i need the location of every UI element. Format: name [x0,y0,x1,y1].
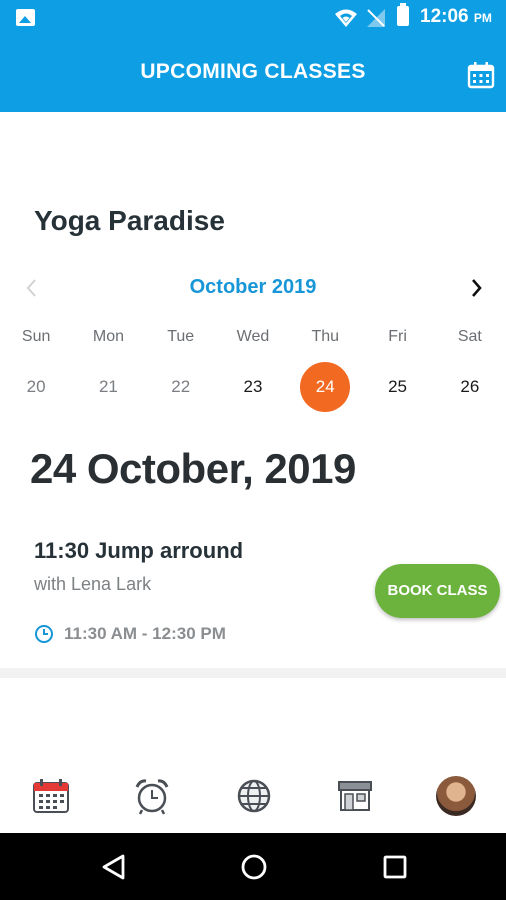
profile-avatar[interactable] [436,776,476,816]
weekday-label: Thu [311,328,340,345]
day-cell[interactable]: 25 [361,362,433,412]
clock-icon [35,625,53,643]
studio-name: Yoga Paradise [34,205,225,236]
wifi-icon [335,9,357,27]
day-number: 24 [300,362,351,412]
class-instructor: with Lena Lark [34,574,152,594]
class-time: 11:30 AM - 12:30 PM [34,624,226,644]
weekday-label: Fri [388,328,407,345]
calendar-icon[interactable] [31,776,71,816]
month-label: October 2019 [189,276,317,298]
day-cell-selected[interactable]: 24 [289,362,361,412]
day-number: 22 [171,377,191,396]
month-navigator: October 2019 [0,270,506,306]
page-title: UPCOMING CLASSES [140,60,366,83]
weekday-label: Sun [21,328,51,345]
system-navigation-bar [0,833,506,900]
weekday-label: Wed [236,328,270,345]
battery-icon [397,3,409,26]
bottom-navigation [0,758,506,832]
no-signal-icon [367,9,385,27]
calendar-icon[interactable] [466,60,496,90]
day-number: 21 [98,377,118,396]
class-time-range: 11:30 AM - 12:30 PM [64,624,226,643]
image-notification-icon [16,9,35,26]
book-class-button[interactable]: BOOK CLASS [375,564,500,618]
app-bar: 12:06 PM UPCOMING CLASSES [0,0,506,112]
day-number: 20 [26,377,46,396]
back-icon[interactable] [101,853,127,881]
day-cell[interactable]: 20 [0,362,72,412]
weekday-header: Sun Mon Tue Wed Thu Fri Sat [0,328,506,346]
weekday-label: Sat [457,328,482,345]
recent-apps-icon[interactable] [383,855,407,879]
chevron-right-icon[interactable] [464,274,488,302]
globe-icon[interactable] [234,776,274,816]
day-cell[interactable]: 26 [434,362,506,412]
weekday-label: Mon [92,328,124,345]
day-cell[interactable]: 23 [217,362,289,412]
day-number: 23 [243,377,263,396]
status-bar: 12:06 PM [0,0,506,36]
selected-date-heading: 24 October, 2019 [30,445,356,492]
day-cell[interactable]: 22 [145,362,217,412]
day-cell[interactable]: 21 [72,362,144,412]
weekday-label: Tue [167,328,195,345]
status-time: 12:06 PM [420,6,492,27]
home-icon[interactable] [240,853,268,881]
class-title: 11:30 Jump arround [34,538,244,563]
day-number: 25 [388,377,407,396]
store-icon[interactable] [335,776,375,816]
day-number: 26 [460,377,480,396]
week-days: 20 21 22 23 24 25 26 [0,362,506,412]
section-divider [0,668,506,678]
alarm-clock-icon[interactable] [132,776,172,816]
